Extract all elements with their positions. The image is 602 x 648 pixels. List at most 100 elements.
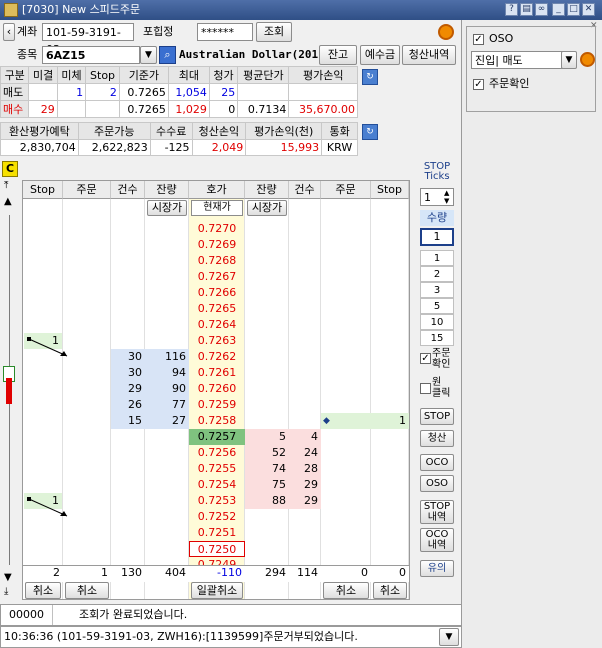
price-cell[interactable]: 0.7255 [189,461,245,477]
collapse-arrow-icon[interactable]: ‹ [3,23,15,41]
chart-toggle-button[interactable]: C [2,161,18,177]
quantity-label: 수량 [420,210,454,226]
price-cell[interactable]: 0.7257 [189,429,245,445]
oso-dropdown-icon[interactable]: ▼ [561,51,577,69]
cell: 29 [28,100,58,118]
header-price: 호가 [189,181,245,199]
clear-button[interactable]: 청산 [420,430,454,447]
header-cell: 평가손익(천) [245,122,323,140]
price-cell[interactable]: 0.7258 [189,413,245,429]
price-cell[interactable]: 0.7263 [189,333,245,349]
log-bar: 10:36:36 (101-59-3191-03, ZWH16):[113959… [0,626,462,648]
stop-buy-column[interactable] [371,199,409,599]
price-cell[interactable]: 0.7251 [189,525,245,541]
account-number-field[interactable]: 101-59-3191-03 [42,23,134,56]
price-cell[interactable]: 0.7262 [189,349,245,365]
stop-history-button[interactable]: STOP 내역 [420,500,454,524]
header-qty-sell: 잔량 [145,181,189,199]
price-cell[interactable]: 0.7265 [189,301,245,317]
settings-gear-icon[interactable] [580,52,595,67]
oso-checkbox[interactable]: ✓ [473,34,484,45]
price-cell[interactable]: 0.7260 [189,381,245,397]
price-cell[interactable]: 0.7266 [189,285,245,301]
quantity-input[interactable]: 1 [420,228,454,246]
symbol-code-field[interactable]: 6AZ15 [42,46,140,64]
title-bar: [7030] New 스피드주문 ? ▤ ∞ _ □ ✕ [0,0,602,20]
cancel-order-buy-button[interactable]: 취소 [323,582,369,599]
header-count-buy: 건수 [289,181,321,199]
stop-sell-column[interactable] [23,199,63,599]
price-cell[interactable]: 0.7268 [189,253,245,269]
qty-buy-column [245,199,289,599]
help-icon[interactable]: ? [505,3,518,16]
one-click-checkbox[interactable] [420,383,431,394]
cancel-order-sell-button[interactable]: 취소 [65,582,109,599]
header-cell: 구분 [0,66,30,84]
cancel-stop-sell-button[interactable]: 취소 [25,582,61,599]
total-qty-buy: 294 [265,566,286,579]
quantity-option[interactable]: 10 [420,314,454,330]
cancel-all-button[interactable]: 일괄취소 [191,582,243,599]
balance-button[interactable]: 잔고 [319,45,357,65]
settings-gear-icon[interactable] [438,24,454,40]
ask-qty: 27 [172,414,186,427]
refresh-icon[interactable]: ↻ [362,124,378,140]
order-buy-column[interactable] [321,199,371,599]
cancel-stop-buy-button[interactable]: 취소 [373,582,407,599]
row-label: 매도 [0,83,30,101]
header-cell: Stop [85,66,120,84]
bid-qty: 74 [272,462,286,475]
stop-buy-qty: 1 [399,414,406,427]
price-cell[interactable]: 0.7252 [189,509,245,525]
symbol-dropdown-icon[interactable]: ▼ [140,46,157,64]
cell: 1,029 [167,100,210,118]
scroll-bottom-icon[interactable]: ⤓ [4,586,8,597]
market-sell-button[interactable]: 시장가 [147,200,187,216]
scroll-up-icon[interactable]: ▲ [4,196,12,207]
scroll-down-icon[interactable]: ▼ [4,572,12,583]
deposit-button[interactable]: 예수금 [360,45,400,65]
refresh-icon[interactable]: ↻ [362,69,378,85]
market-buy-button[interactable]: 시장가 [247,200,287,216]
price-cell[interactable]: 0.7259 [189,397,245,413]
price-cell[interactable]: 0.7269 [189,237,245,253]
password-field[interactable]: ****** [197,23,253,41]
quantity-option[interactable]: 5 [420,298,454,314]
settlement-history-button[interactable]: 청산내역 [402,45,456,65]
minimize-icon[interactable]: _ [552,3,565,16]
notice-button[interactable]: 유의 [420,560,454,577]
oso-button[interactable]: OSO [420,475,454,492]
quantity-option[interactable]: 3 [420,282,454,298]
price-cell[interactable]: 0.7270 [189,221,245,237]
log-dropdown-icon[interactable]: ▼ [439,628,459,646]
maximize-icon[interactable]: □ [567,3,580,16]
price-cell[interactable]: 0.7253 [189,493,245,509]
cell: 35,670.00 [288,100,358,118]
app-icon [4,3,18,17]
quantity-option[interactable]: 2 [420,266,454,282]
price-cell[interactable]: 0.7250 [189,541,245,557]
query-button[interactable]: 조회 [256,22,292,42]
stop-button[interactable]: STOP [420,408,454,425]
save-icon[interactable]: ▤ [520,3,533,16]
close-icon[interactable]: ✕ [582,3,595,16]
oso-select[interactable]: 진입| 매도 [471,51,563,69]
quantity-option[interactable]: 1 [420,250,454,266]
stop-ticks-label: STOP Ticks [423,161,451,182]
price-cell[interactable]: 0.7264 [189,317,245,333]
price-cell[interactable]: 0.7254 [189,477,245,493]
count-buy-column [289,199,321,599]
oco-history-button[interactable]: OCO 내역 [420,528,454,552]
order-sell-column[interactable] [63,199,111,599]
price-cell[interactable]: 0.7261 [189,365,245,381]
link-icon[interactable]: ∞ [535,3,548,16]
price-cell[interactable]: 0.7267 [189,269,245,285]
oso-confirm-checkbox[interactable]: ✓ [473,79,484,90]
oco-button[interactable]: OCO [420,454,454,471]
search-icon[interactable]: ⌕ [159,46,176,64]
quantity-option[interactable]: 15 [420,330,454,346]
order-confirm-checkbox[interactable]: ✓ [420,353,431,364]
price-cell[interactable]: 0.7256 [189,445,245,461]
scroll-top-icon[interactable]: ⤒ [4,180,8,191]
stepper-icon[interactable]: ▲ ▼ [444,189,449,205]
